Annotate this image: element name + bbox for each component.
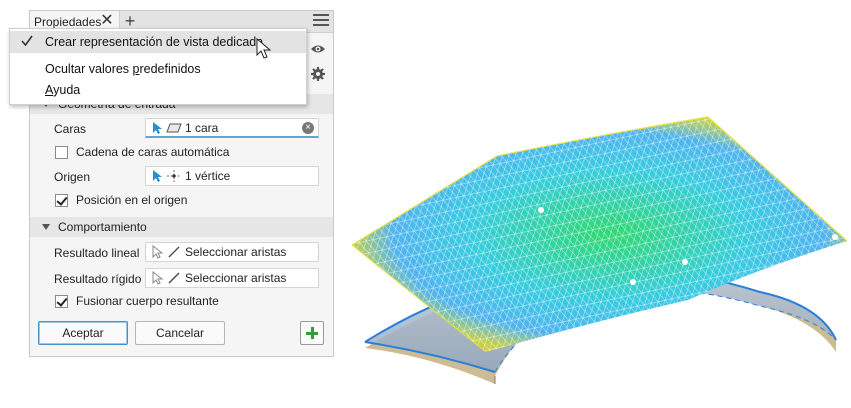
tab-label: Propiedades (34, 14, 102, 29)
rigid-result-selector[interactable]: Seleccionar aristas (145, 268, 319, 288)
origin-selector[interactable]: 1 vértice (145, 166, 319, 186)
menu-item-label: Ayuda (45, 83, 81, 97)
select-cursor-outline-icon (152, 271, 164, 285)
model-viewport[interactable] (340, 100, 851, 400)
cancel-button[interactable]: Cancelar (135, 321, 225, 345)
origin-value: 1 vértice (185, 169, 231, 183)
faces-label: Caras (54, 122, 87, 136)
clear-selection-icon[interactable]: × (302, 122, 314, 134)
edge-icon (168, 272, 180, 284)
linear-result-label: Resultado lineal (54, 246, 140, 260)
edge-icon (168, 246, 180, 258)
faces-value: 1 cara (185, 120, 219, 135)
merge-body-checkbox[interactable] (55, 295, 68, 308)
ok-button[interactable]: Aceptar (38, 321, 128, 345)
hamburger-icon[interactable] (313, 14, 329, 28)
menu-item-label: Crear representación de vista dedicada (45, 35, 264, 49)
eye-icon[interactable] (310, 41, 326, 57)
select-cursor-outline-icon (152, 245, 164, 259)
rigid-result-value: Seleccionar aristas (185, 271, 287, 285)
chain-faces-label: Cadena de caras automática (76, 145, 230, 159)
linear-result-selector[interactable]: Seleccionar aristas (145, 242, 319, 262)
merge-body-label: Fusionar cuerpo resultante (76, 294, 219, 308)
position-at-origin-checkbox[interactable] (55, 194, 68, 207)
linear-result-value: Seleccionar aristas (185, 245, 287, 259)
faces-selector[interactable]: 1 cara × (145, 118, 319, 138)
select-cursor-icon (153, 170, 162, 182)
mouse-pointer-icon (256, 38, 272, 59)
section-behavior[interactable]: Comportamiento (30, 217, 333, 237)
rigid-result-label: Resultado rígido (54, 272, 142, 286)
menu-item-hide-defaults[interactable]: Ocultar valores predefinidos (10, 58, 306, 80)
checkmark-icon (21, 35, 33, 47)
position-at-origin-label: Posición en el origen (76, 193, 188, 207)
face-icon (166, 123, 182, 132)
origin-label: Origen (54, 170, 91, 184)
select-cursor-icon (153, 121, 162, 134)
vertex-icon (167, 170, 181, 182)
collapse-triangle-icon (42, 224, 50, 230)
chain-faces-checkbox[interactable] (55, 146, 68, 159)
gear-icon[interactable] (310, 66, 326, 82)
add-button[interactable] (300, 321, 324, 345)
close-icon[interactable]: ✕ (100, 13, 114, 29)
section-behavior-title: Comportamiento (58, 220, 147, 234)
menu-item-label: Ocultar valores predefinidos (45, 62, 201, 76)
menu-item-help[interactable]: Ayuda (10, 79, 306, 101)
